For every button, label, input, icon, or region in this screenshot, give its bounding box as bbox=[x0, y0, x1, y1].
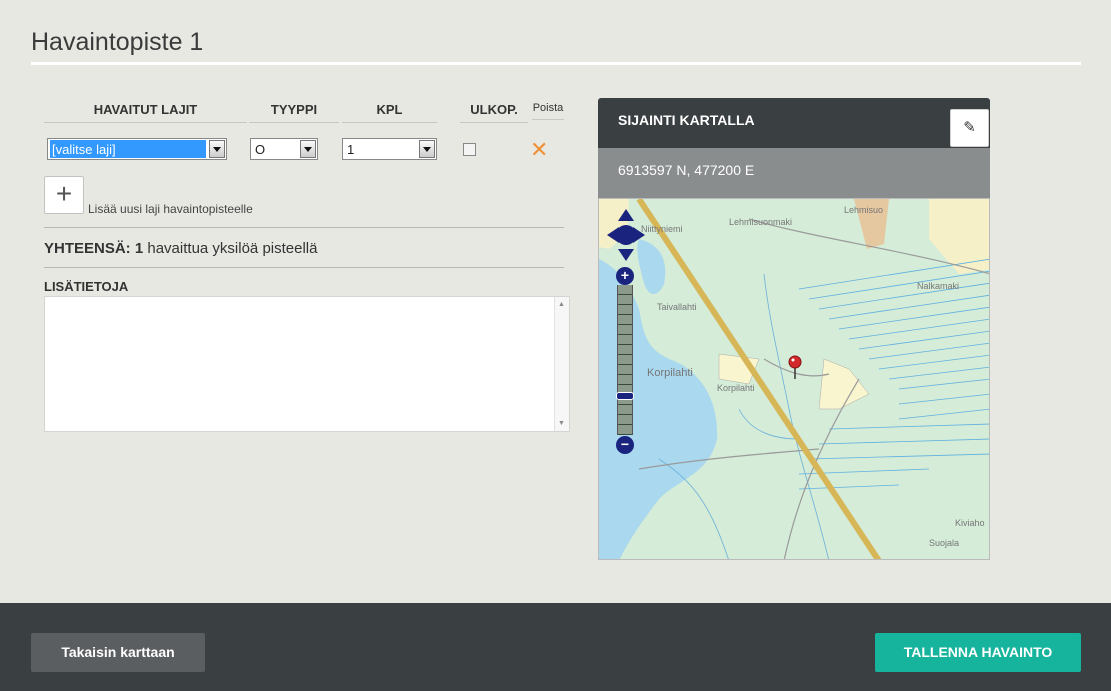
zoom-minus-text: − bbox=[620, 436, 630, 452]
zoom-in-button[interactable]: + bbox=[616, 267, 634, 285]
coordinates-bar: 6913597 N, 477200 E bbox=[598, 148, 990, 198]
location-pin-icon bbox=[788, 355, 802, 379]
coordinates-text: 6913597 N, 477200 E bbox=[618, 162, 755, 178]
total-summary: YHTEENSÄ: 1 havaittua yksilöä pisteellä bbox=[44, 240, 317, 257]
type-select-value: O bbox=[255, 142, 266, 157]
pencil-icon: ✎ bbox=[963, 119, 976, 136]
zoom-plus-text: + bbox=[620, 267, 630, 283]
total-suffix: havaittua yksilöä pisteellä bbox=[147, 240, 318, 257]
textarea-scrollbar[interactable] bbox=[554, 297, 569, 431]
map-header-title: SIJAINTI KARTALLA bbox=[618, 112, 755, 128]
header-species: HAVAITUT LAJIT bbox=[44, 102, 247, 123]
map-place-label: Nalkamaki bbox=[917, 281, 959, 291]
map-place-label: Niittyniemi bbox=[641, 224, 683, 234]
header-outside: ULKOP. bbox=[460, 102, 528, 123]
save-observation-button[interactable]: TALLENNA HAVAINTO bbox=[875, 633, 1081, 672]
map-place-label: Lehmisuonmaki bbox=[729, 217, 792, 227]
map-place-label: Lehmisuo bbox=[844, 205, 883, 215]
count-select-value: 1 bbox=[347, 142, 355, 157]
header-type: TYYPPI bbox=[249, 102, 339, 123]
add-species-button[interactable]: + bbox=[44, 176, 84, 214]
header-remove: Poista bbox=[532, 102, 564, 120]
zoom-slider[interactable] bbox=[616, 285, 634, 435]
additional-info-label: LISÄTIETOJA bbox=[44, 279, 129, 294]
divider bbox=[44, 227, 564, 228]
count-select[interactable]: 1 bbox=[342, 138, 437, 160]
chevron-down-icon bbox=[419, 140, 435, 158]
remove-row-icon[interactable]: ✕ bbox=[530, 137, 548, 163]
map-place-label: Suojala bbox=[929, 538, 959, 548]
species-select-value: [valitse laji] bbox=[50, 140, 206, 158]
map-header: SIJAINTI KARTALLA bbox=[598, 98, 990, 148]
chevron-down-icon bbox=[209, 140, 225, 158]
zoom-out-button[interactable]: − bbox=[616, 436, 634, 454]
total-count: 1 bbox=[134, 240, 144, 257]
footer-bar: Takaisin karttaan TALLENNA HAVAINTO bbox=[0, 603, 1111, 691]
map-place-label: Korpilahti bbox=[717, 383, 755, 393]
textarea-value bbox=[45, 297, 569, 305]
map-view[interactable]: Lehmisuonmaki Lehmisuo Niittyniemi Taiva… bbox=[598, 198, 990, 560]
chevron-down-icon bbox=[300, 140, 316, 158]
title-divider bbox=[31, 62, 1081, 65]
species-select[interactable]: [valitse laji] bbox=[47, 138, 227, 160]
map-canvas[interactable]: Lehmisuonmaki Lehmisuo Niittyniemi Taiva… bbox=[599, 199, 990, 560]
total-prefix: YHTEENSÄ: bbox=[44, 240, 131, 257]
back-to-map-button[interactable]: Takaisin karttaan bbox=[31, 633, 205, 672]
divider bbox=[44, 267, 564, 268]
map-panel: SIJAINTI KARTALLA ✎ 6913597 N, 477200 E bbox=[598, 98, 990, 560]
pan-control-icon[interactable] bbox=[607, 209, 645, 261]
additional-info-textarea[interactable] bbox=[44, 296, 570, 432]
map-place-label: Korpilahti bbox=[647, 367, 693, 379]
zoom-slider-handle[interactable] bbox=[616, 392, 634, 400]
map-place-label: Kiviaho bbox=[955, 518, 985, 528]
type-select[interactable]: O bbox=[250, 138, 318, 160]
map-place-label: Taivallahti bbox=[657, 302, 697, 312]
edit-location-button[interactable]: ✎ bbox=[950, 109, 989, 147]
header-count: KPL bbox=[342, 102, 437, 123]
outside-checkbox[interactable] bbox=[463, 143, 476, 156]
add-species-label: Lisää uusi laji havaintopisteelle bbox=[88, 202, 253, 216]
page-title: Havaintopiste 1 bbox=[31, 28, 204, 56]
